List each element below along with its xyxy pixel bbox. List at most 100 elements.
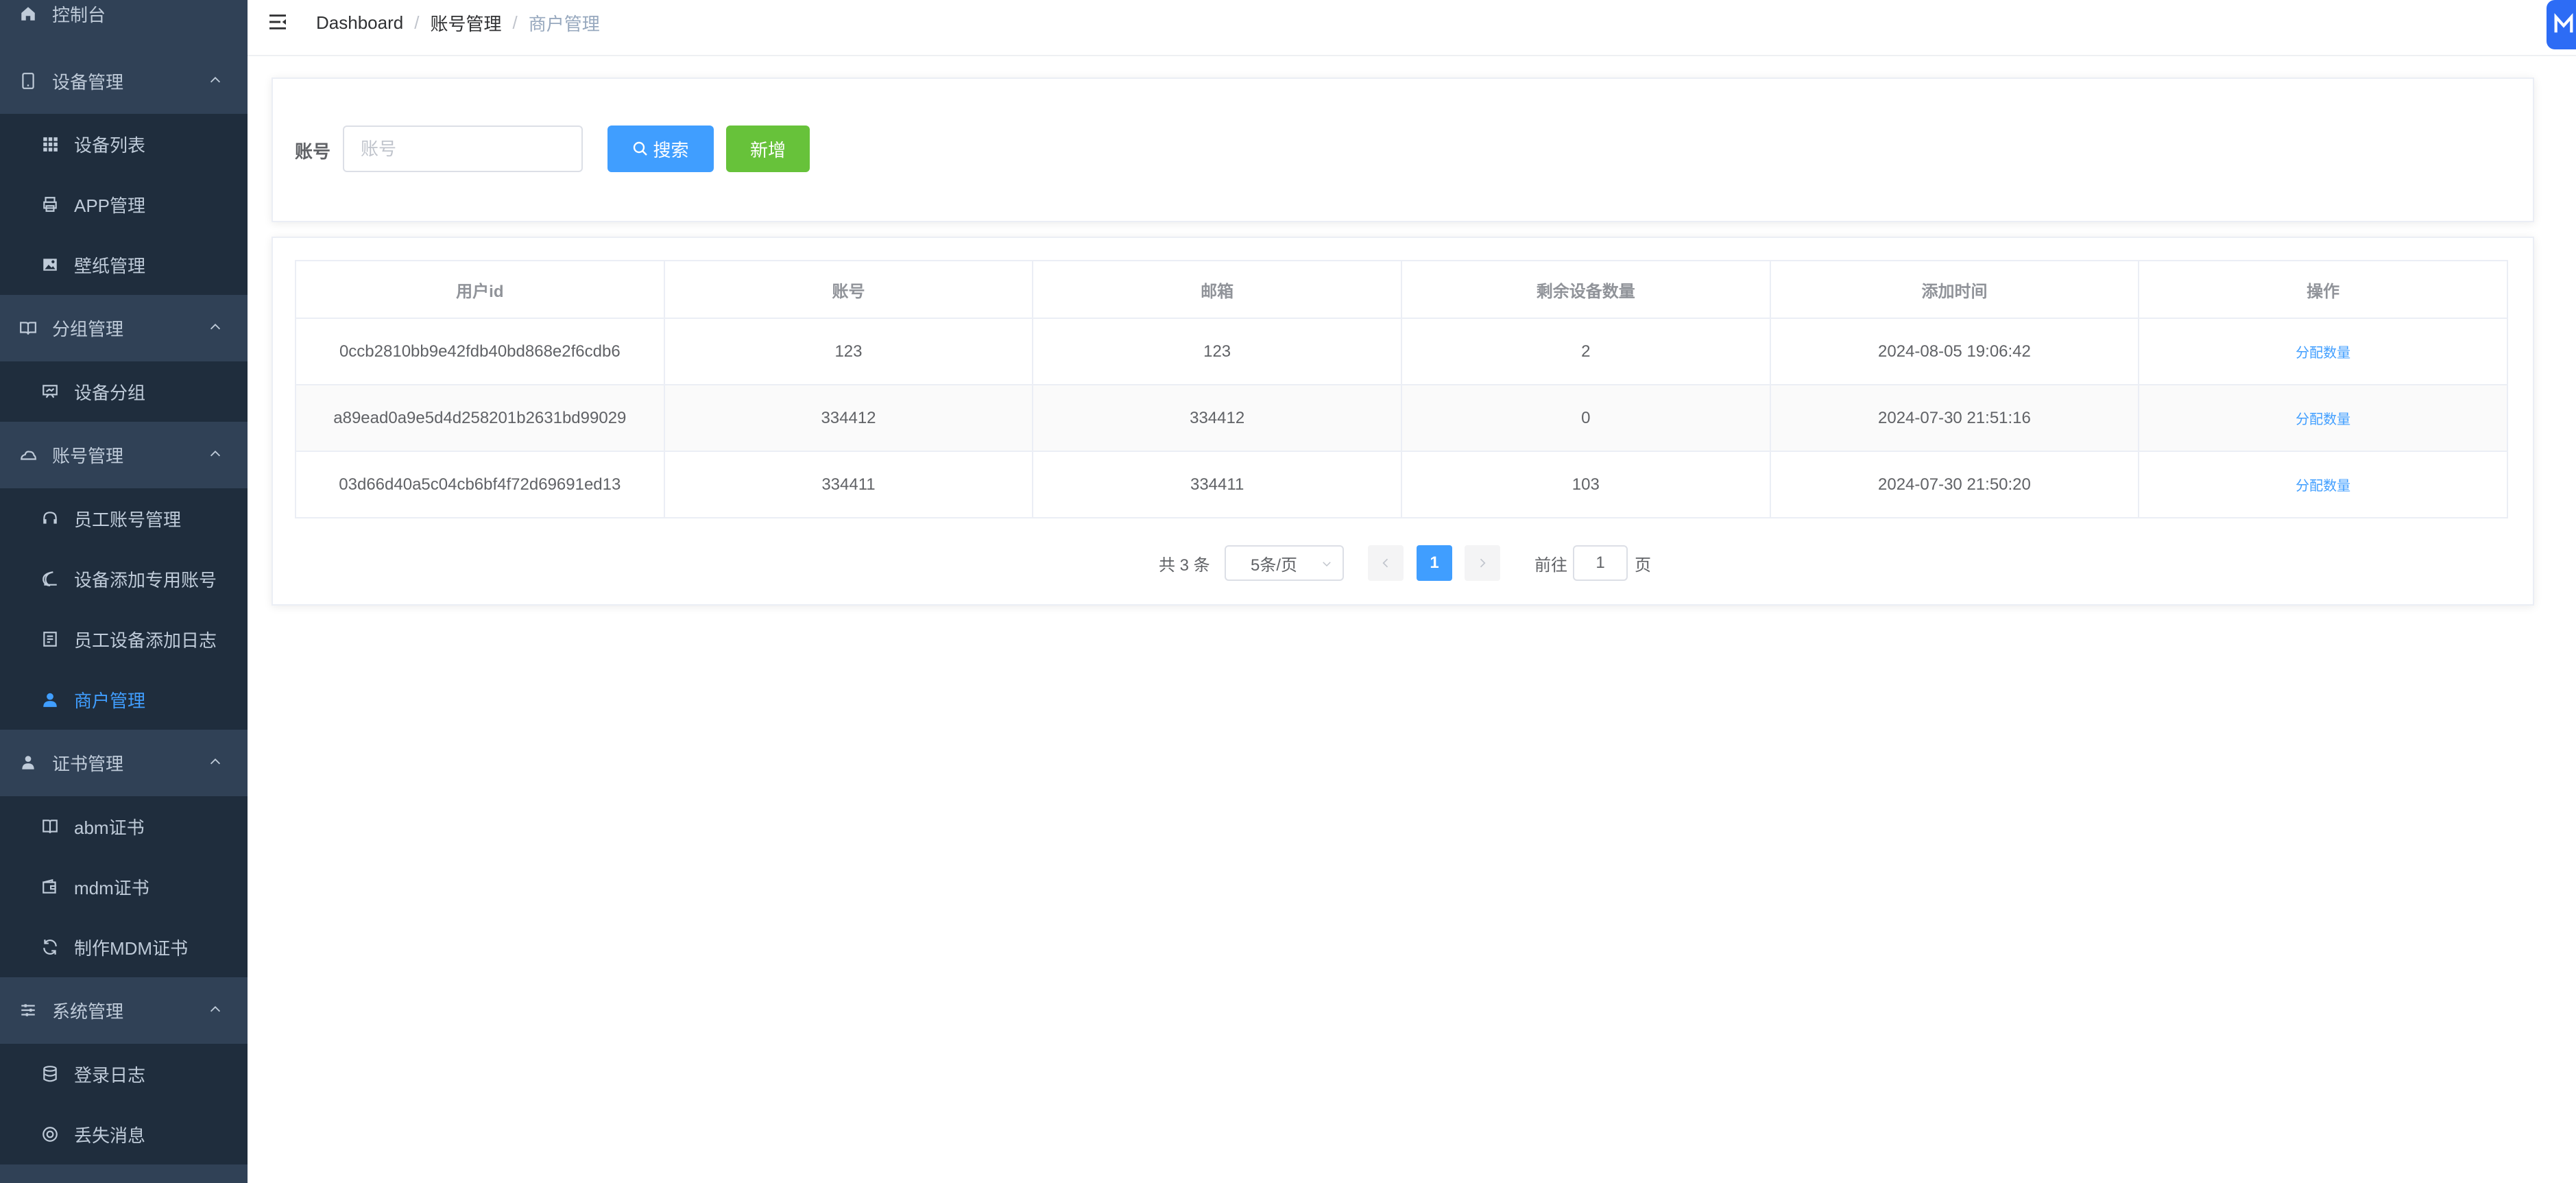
sidebar-item-wallpaper[interactable]: 壁纸管理 xyxy=(0,235,248,295)
pagination: 共 3 条 5条/页 1 前往 1 页 xyxy=(273,545,2533,581)
added-time-cell: 2024-08-05 19:06:42 xyxy=(1770,318,2140,385)
printer-icon xyxy=(40,194,60,215)
account-search-input[interactable] xyxy=(343,126,583,172)
sidebar-group-label: 分组管理 xyxy=(52,318,124,339)
sidebar-item-device-add-account[interactable]: 设备添加专用账号 xyxy=(0,549,248,609)
allocate-quantity-link[interactable]: 分配数量 xyxy=(2296,412,2350,427)
add-button[interactable]: 新增 xyxy=(726,126,810,172)
easel-icon xyxy=(40,381,60,402)
table-row: 03d66d40a5c04cb6bf4f72d69691ed13 334411 … xyxy=(295,451,2508,518)
chevron-left-icon xyxy=(1382,558,1388,568)
cloud-icon xyxy=(18,444,38,465)
sidebar-group-grouping[interactable]: 分组管理 xyxy=(0,298,248,358)
sidebar-item-staff-account[interactable]: 员工账号管理 xyxy=(0,488,248,549)
added-time-cell: 2024-07-30 21:50:20 xyxy=(1770,451,2140,518)
chevron-up-icon xyxy=(208,753,223,768)
sidebar-item-abm-cert[interactable]: abm证书 xyxy=(0,796,248,857)
remaining-devices-cell: 103 xyxy=(1401,451,1771,518)
wallet-icon xyxy=(40,876,60,897)
search-icon xyxy=(634,141,648,156)
goto-page-input[interactable]: 1 xyxy=(1573,545,1628,581)
chevron-up-icon xyxy=(208,71,223,86)
page-number-current[interactable]: 1 xyxy=(1417,545,1452,581)
pagination-total: 共 3 条 xyxy=(1159,555,1210,575)
table-row: a89ead0a9e5d4d258201b2631bd99029 334412 … xyxy=(295,385,2508,452)
search-button[interactable]: 搜索 xyxy=(607,126,714,172)
breadcrumb-separator: / xyxy=(414,12,420,33)
sidebar-item-dashboard[interactable]: 控制台 xyxy=(0,0,248,44)
column-header: 操作 xyxy=(2139,260,2508,319)
next-page-button[interactable] xyxy=(1465,545,1500,581)
remaining-devices-cell: 0 xyxy=(1401,385,1771,452)
account-filter-label: 账号 xyxy=(295,141,331,162)
sidebar-item-login-log[interactable]: 登录日志 xyxy=(0,1044,248,1104)
sidebar-item-label: 控制台 xyxy=(52,4,106,25)
sidebar-item-mdm-cert[interactable]: mdm证书 xyxy=(0,857,248,917)
sliders-icon xyxy=(18,1000,38,1020)
headset-icon xyxy=(40,508,60,529)
account-cell: 334412 xyxy=(664,385,1034,452)
sidebar-item-make-mdm-cert[interactable]: 制作MDM证书 xyxy=(0,917,248,977)
breadcrumb-current: 商户管理 xyxy=(528,13,600,34)
book-icon xyxy=(18,318,38,338)
sidebar-item-label: APP管理 xyxy=(74,195,146,216)
breadcrumb-item[interactable]: Dashboard xyxy=(316,12,403,34)
app-logo-icon xyxy=(2547,0,2576,49)
sidebar-item-device-group[interactable]: 设备分组 xyxy=(0,361,248,422)
sidebar-item-label: 商户管理 xyxy=(74,690,146,711)
column-header: 用户id xyxy=(295,260,665,319)
chevron-right-icon xyxy=(1480,558,1486,568)
breadcrumb-separator: / xyxy=(512,12,518,33)
sidebar-item-label: 设备列表 xyxy=(74,134,146,156)
sidebar-group-account[interactable]: 账号管理 xyxy=(0,425,248,485)
sidebar-group-certificate[interactable]: 证书管理 xyxy=(0,732,248,793)
email-cell: 334412 xyxy=(1033,385,1402,452)
sidebar-item-label: 设备添加专用账号 xyxy=(74,569,217,590)
table-header-row: 用户id 账号 邮箱 剩余设备数量 添加时间 操作 xyxy=(295,260,2508,319)
sidebar-group-label: 账号管理 xyxy=(52,445,124,466)
sidebar-item-label: 壁纸管理 xyxy=(74,255,146,276)
goto-unit-label: 页 xyxy=(1635,555,1651,575)
actions-cell: 分配数量 xyxy=(2139,385,2508,452)
user-id-cell: 0ccb2810bb9e42fdb40bd868e2f6cdb6 xyxy=(295,318,665,385)
actions-cell: 分配数量 xyxy=(2139,318,2508,385)
sidebar-item-device-list[interactable]: 设备列表 xyxy=(0,114,248,174)
page-size-select[interactable]: 5条/页 xyxy=(1225,545,1344,581)
sidebar-item-label: 员工账号管理 xyxy=(74,509,182,530)
chevron-up-icon xyxy=(208,445,223,460)
moon-icon xyxy=(40,569,60,589)
user-icon xyxy=(40,689,60,710)
top-navbar: Dashboard / 账号管理 / 商户管理 xyxy=(248,0,2576,56)
sidebar-item-app[interactable]: APP管理 xyxy=(0,174,248,235)
account-cell: 334411 xyxy=(664,451,1034,518)
sidebar-item-lost-message[interactable]: 丢失消息 xyxy=(0,1104,248,1164)
chevron-up-icon xyxy=(208,1001,223,1016)
allocate-quantity-link[interactable]: 分配数量 xyxy=(2296,346,2350,361)
allocate-quantity-link[interactable]: 分配数量 xyxy=(2296,479,2350,494)
sidebar-group-system[interactable]: 系统管理 xyxy=(0,980,248,1040)
user-id-cell: a89ead0a9e5d4d258201b2631bd99029 xyxy=(295,385,665,452)
sidebar-item-label: abm证书 xyxy=(74,817,145,838)
remaining-devices-cell: 2 xyxy=(1401,318,1771,385)
added-time-cell: 2024-07-30 21:51:16 xyxy=(1770,385,2140,452)
prev-page-button[interactable] xyxy=(1368,545,1404,581)
open-book-icon xyxy=(40,816,60,837)
sidebar-item-merchant[interactable]: 商户管理 xyxy=(0,669,248,730)
actions-cell: 分配数量 xyxy=(2139,451,2508,518)
breadcrumb-item[interactable]: 账号管理 xyxy=(430,10,501,36)
picture-icon xyxy=(40,254,60,275)
sidebar-item-label: 设备分组 xyxy=(74,382,146,403)
tablet-icon xyxy=(18,71,38,91)
sidebar-item-label: mdm证书 xyxy=(74,877,149,898)
column-header: 剩余设备数量 xyxy=(1401,260,1771,319)
home-icon xyxy=(18,3,38,24)
menu-fold-icon[interactable] xyxy=(267,11,289,33)
sidebar-item-staff-device-log[interactable]: 员工设备添加日志 xyxy=(0,609,248,669)
sidebar: 控制台 设备管理 设备列表 APP管理 壁纸管理 分组管理 设备分组 账号管理 … xyxy=(0,0,248,1183)
sidebar-group-label: 设备管理 xyxy=(52,71,124,93)
sidebar-group-label: 系统管理 xyxy=(52,1001,124,1022)
lifebuoy-icon xyxy=(40,1124,60,1145)
database-icon xyxy=(40,1064,60,1084)
page-size-value: 5条/页 xyxy=(1251,555,1298,575)
sidebar-group-device[interactable]: 设备管理 xyxy=(0,51,248,111)
